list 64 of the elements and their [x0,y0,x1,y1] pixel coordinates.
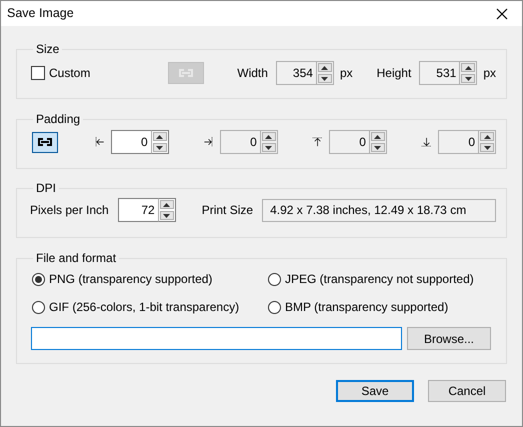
chain-link-icon [36,138,53,146]
spin-down-button[interactable] [370,143,385,152]
spin-up-button[interactable] [152,132,167,141]
spin-up-button[interactable] [262,132,276,141]
caret-down-icon [464,76,472,80]
spin-down-button[interactable] [152,143,167,152]
caret-up-icon [464,66,472,70]
caret-down-icon [265,146,272,150]
radio-option[interactable]: PNG (transparency supported) [32,270,268,288]
field-label: Pixels per Inch [30,202,109,219]
radio-button[interactable] [32,272,45,286]
close-icon [496,8,508,20]
radio-option[interactable]: GIF (256-colors, 1-bit transparency) [32,298,268,316]
field-label: Width [237,65,268,82]
chain-link-icon [178,69,194,77]
spin-up-button[interactable] [480,132,494,141]
spin-down-button[interactable] [262,143,276,152]
radio-button[interactable] [32,300,45,314]
caret-up-icon [265,134,272,138]
checkbox-label: Custom [49,65,90,82]
caret-down-icon [374,146,382,150]
group-label: File and format [35,252,118,264]
group-label: Padding [35,113,82,125]
radio-button[interactable] [268,300,281,314]
group-label: Size [35,43,60,55]
spin-down-button[interactable] [461,74,476,83]
field-label: Print Size [202,202,254,219]
link-button[interactable] [32,132,58,152]
caret-up-icon [163,202,170,206]
field-label: Height [376,65,412,82]
radio-option[interactable]: JPEG (transparency not supported) [268,270,496,288]
print-size-display: 4.92 x 7.38 inches, 12.49 x 18.73 cm [262,198,496,222]
radio-label: GIF (256-colors, 1-bit transparency) [49,299,240,316]
caret-up-icon [321,66,328,70]
radio-label: BMP (transparency supported) [285,299,448,316]
file-path-field[interactable] [31,327,402,350]
caret-down-icon [156,146,164,150]
browse-button[interactable]: Browse... [407,327,491,350]
radio-button[interactable] [268,272,281,286]
number-field[interactable]: 0 [110,130,151,154]
dialog-button[interactable]: Save [336,380,414,402]
checkbox[interactable] [31,66,45,80]
spin-up-button[interactable] [160,200,174,209]
unit-label: px [483,65,496,82]
number-field[interactable]: 72 [118,198,158,222]
group-label: DPI [35,182,58,194]
spin-down-button[interactable] [480,143,494,152]
caret-down-icon [321,76,328,80]
caret-up-icon [156,134,164,138]
spin-up-button[interactable] [318,63,332,72]
caret-up-icon [484,134,491,138]
radio-label: PNG (transparency supported) [49,271,212,288]
caret-down-icon [484,146,491,150]
dialog-button[interactable]: Cancel [428,380,506,402]
spin-up-button[interactable] [461,63,476,72]
caret-down-icon [163,214,170,218]
spin-up-button[interactable] [370,132,385,141]
caret-up-icon [374,134,382,138]
radio-option[interactable]: BMP (transparency supported) [268,298,496,316]
radio-label: JPEG (transparency not supported) [285,271,474,288]
spin-down-button[interactable] [160,211,174,220]
spin-down-button[interactable] [318,74,332,83]
window-title: Save Image [7,5,74,22]
unit-label: px [340,65,353,82]
